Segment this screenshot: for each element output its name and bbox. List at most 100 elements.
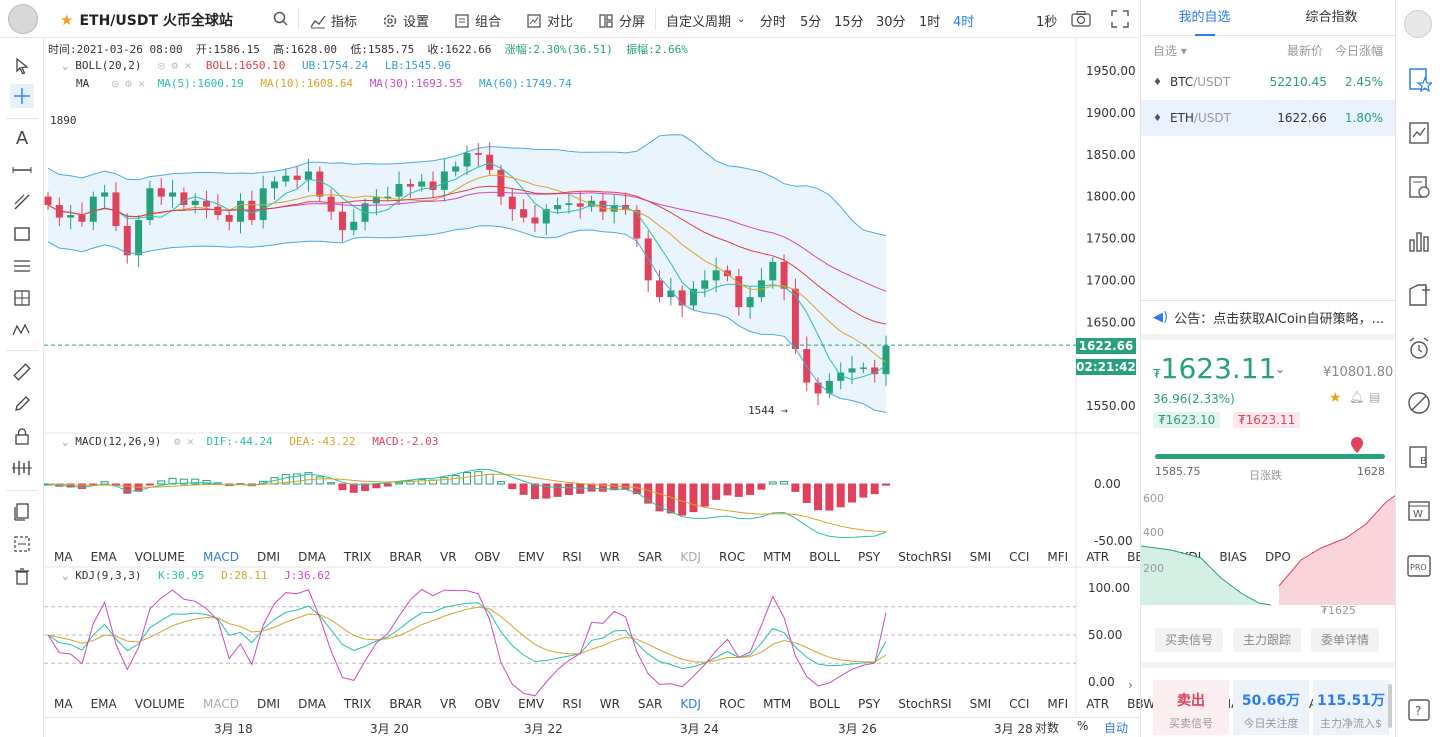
indicator-tab-kdj[interactable]: KDJ <box>680 697 701 711</box>
indicator-tab-rsi[interactable]: RSI <box>562 550 582 564</box>
calendar-icon[interactable]: ▤ <box>1369 390 1380 404</box>
indicator-tab-vr[interactable]: VR <box>440 550 457 564</box>
scrollbar[interactable] <box>1388 684 1392 728</box>
collapse-panel-icon[interactable]: › <box>1128 678 1133 692</box>
period-timeline[interactable]: 分时 <box>760 11 786 30</box>
horizontal-line-icon[interactable] <box>10 158 34 182</box>
indicator-tab-smi[interactable]: SMI <box>970 550 992 564</box>
fullscreen-icon[interactable] <box>1111 10 1129 28</box>
main-force-button[interactable]: 主力跟踪 <box>1233 628 1301 652</box>
indicator-tab-mtm[interactable]: MTM <box>763 697 791 711</box>
chart-doc-icon[interactable] <box>1406 120 1432 146</box>
indicator-tab-kdj[interactable]: KDJ <box>680 550 701 564</box>
indicator-tab-emv[interactable]: EMV <box>518 550 544 564</box>
signal-stat[interactable]: 卖出 买卖信号 <box>1153 680 1229 735</box>
cursor-icon[interactable] <box>10 54 34 78</box>
indicator-tab-dmi[interactable]: DMI <box>257 697 280 711</box>
wave-pattern-icon[interactable] <box>10 318 34 342</box>
indicator-tab-boll[interactable]: BOLL <box>809 697 840 711</box>
indicator-tab-emv[interactable]: EMV <box>518 697 544 711</box>
indicator-tab-wr[interactable]: WR <box>600 697 620 711</box>
indicator-tab-volume[interactable]: VOLUME <box>135 550 185 564</box>
indicator-tab-volume[interactable]: VOLUME <box>135 697 185 711</box>
indicator-tab-wr[interactable]: WR <box>600 550 620 564</box>
magnet-icon[interactable] <box>10 456 34 480</box>
close-icon[interactable]: ✕ <box>185 59 192 72</box>
gear-icon[interactable]: ⚙ <box>125 77 132 90</box>
period-custom[interactable]: 自定义周期 <box>666 11 731 30</box>
announcement-bar[interactable]: ◀) 公告：点击获取AICoin自研策略，... <box>1141 300 1396 340</box>
indicator-tab-mfi[interactable]: MFI <box>1047 697 1068 711</box>
search-icon[interactable] <box>272 10 290 28</box>
indicator-tab-atr[interactable]: ATR <box>1086 550 1109 564</box>
col-latest[interactable]: 最新价 <box>1287 42 1323 59</box>
symbol-title[interactable]: ★ ETH/USDT 火币全球站 <box>60 10 233 30</box>
indicator-tab-obv[interactable]: OBV <box>475 550 501 564</box>
split-screen-button[interactable]: 分屏 <box>598 11 645 30</box>
col-change[interactable]: 今日涨幅 <box>1335 42 1383 59</box>
help-icon[interactable]: ? <box>1406 697 1432 723</box>
period-15m[interactable]: 15分 <box>834 11 864 30</box>
grid-tool-icon[interactable] <box>10 286 34 310</box>
camera-icon[interactable] <box>1071 10 1091 28</box>
period-4h[interactable]: 4时 <box>953 11 974 30</box>
edit-list-icon[interactable] <box>10 532 34 556</box>
compass-icon[interactable] <box>1406 390 1432 416</box>
watchlist-icon[interactable] <box>1406 66 1432 92</box>
indicator-tab-psy[interactable]: PSY <box>858 697 880 711</box>
period-5m[interactable]: 5分 <box>800 11 821 30</box>
combo-button[interactable]: 组合 <box>454 11 501 30</box>
indicator-tab-ma[interactable]: MA <box>54 550 73 564</box>
pro-icon[interactable]: PRO <box>1406 553 1432 579</box>
indicator-tab-dma[interactable]: DMA <box>298 550 326 564</box>
indicator-tab-sar[interactable]: SAR <box>638 697 662 711</box>
indicator-tab-macd[interactable]: MACD <box>203 550 239 564</box>
auto-scale-toggle[interactable]: 自动 <box>1104 719 1128 736</box>
ruler-icon[interactable] <box>10 360 34 384</box>
period-30m[interactable]: 30分 <box>876 11 906 30</box>
favorite-star-icon[interactable]: ★ <box>60 11 73 29</box>
indicator-tab-roc[interactable]: ROC <box>719 550 745 564</box>
rectangle-icon[interactable] <box>10 222 34 246</box>
bar-chart-icon[interactable] <box>1406 228 1432 254</box>
wallet-w-icon[interactable]: W <box>1406 498 1432 524</box>
indicator-tab-ema[interactable]: EMA <box>91 550 117 564</box>
settings-button[interactable]: 设置 <box>382 11 429 30</box>
indicator-tab-dma[interactable]: DMA <box>298 697 326 711</box>
indicator-tab-psy[interactable]: PSY <box>858 550 880 564</box>
book-b-icon[interactable]: B <box>1406 444 1432 470</box>
text-tool-icon[interactable]: A <box>10 126 34 150</box>
indicator-tab-trix[interactable]: TRIX <box>344 697 371 711</box>
indicator-tab-cci[interactable]: CCI <box>1009 697 1029 711</box>
checklist-icon[interactable] <box>1406 174 1432 200</box>
price-chart[interactable]: 1950.00 1900.00 1850.00 1800.00 1750.00 1700.… <box>44 38 1140 717</box>
close-icon[interactable]: ✕ <box>138 77 145 90</box>
indicator-button[interactable]: 指标 <box>310 11 357 30</box>
crosshair-icon[interactable] <box>10 84 34 108</box>
indicator-tab-mtm[interactable]: MTM <box>763 550 791 564</box>
avatar[interactable] <box>1404 10 1432 38</box>
chevron-down-icon[interactable]: ⌄ <box>737 14 745 25</box>
tab-my-watchlist[interactable]: 我的自选 <box>1141 0 1268 36</box>
indicator-tab-brar[interactable]: BRAR <box>389 550 422 564</box>
group-selector[interactable]: 自选 ▾ <box>1153 42 1187 59</box>
indicator-tab-atr[interactable]: ATR <box>1086 697 1109 711</box>
gear-icon[interactable]: ⚙ <box>171 59 178 72</box>
indicator-tab-stochrsi[interactable]: StochRSI <box>898 697 951 711</box>
indicator-tab-roc[interactable]: ROC <box>719 697 745 711</box>
lock-icon[interactable] <box>10 424 34 448</box>
indicator-tab-obv[interactable]: OBV <box>475 697 501 711</box>
indicator-tab-brar[interactable]: BRAR <box>389 697 422 711</box>
compare-button[interactable]: 对比 <box>526 11 573 30</box>
inflow-stat[interactable]: 115.51万 主力净流入$ <box>1313 680 1389 735</box>
indicator-tab-macd[interactable]: MACD <box>203 697 239 711</box>
watchlist-row-eth[interactable]: ♦ ETH/USDT 1622.66 1.80% <box>1141 100 1395 136</box>
gear-icon[interactable]: ⚙ <box>174 435 181 448</box>
period-1h[interactable]: 1时 <box>919 11 940 30</box>
indicator-tab-trix[interactable]: TRIX <box>344 550 371 564</box>
chevron-down-icon[interactable]: ⌄ <box>1275 362 1285 376</box>
indicator-tab-cci[interactable]: CCI <box>1009 550 1029 564</box>
trash-icon[interactable] <box>10 564 34 588</box>
eye-icon[interactable]: ◎ <box>158 59 165 72</box>
attention-stat[interactable]: 50.66万 今日关注度 <box>1233 680 1309 735</box>
